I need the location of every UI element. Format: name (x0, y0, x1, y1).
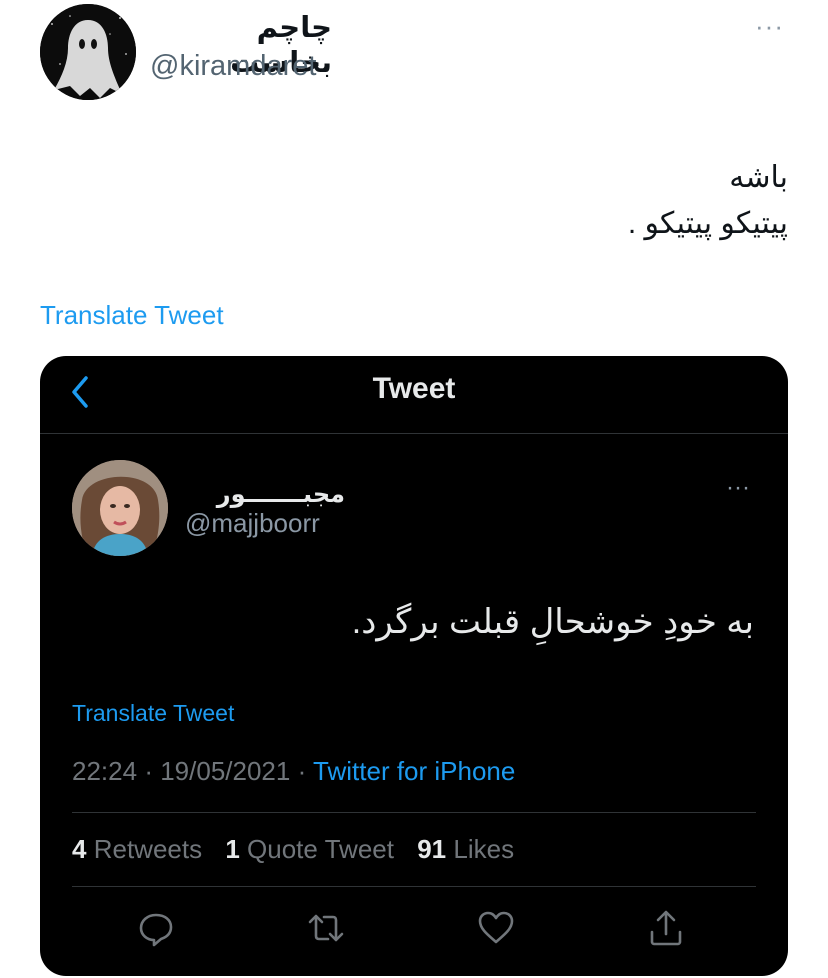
reply-icon[interactable] (136, 908, 176, 948)
person-avatar-image (72, 460, 168, 556)
display-name[interactable]: مجبـــــــور (185, 480, 345, 509)
user-handle[interactable]: @kiramdaret (150, 50, 316, 83)
divider (72, 886, 756, 887)
share-icon[interactable] (646, 908, 686, 948)
tweet-text: باشه پیتیکو پیتیکو . (88, 155, 788, 247)
meta-separator: · (144, 756, 153, 786)
tweet-time: 22:24 (72, 756, 138, 786)
ghost-avatar-image (40, 4, 136, 100)
quotes-label: Quote Tweet (247, 834, 394, 864)
profile-avatar[interactable] (40, 4, 136, 100)
quotes-count: 1 (225, 834, 240, 864)
likes-stat[interactable]: 91 Likes (417, 834, 514, 864)
retweets-label: Retweets (93, 834, 203, 864)
tweet-text: به خودِ خوشحالِ قبلت برگرد. (351, 603, 754, 641)
retweets-stat[interactable]: 4 Retweets (72, 834, 202, 864)
user-handle[interactable]: @majjboorr (185, 508, 320, 539)
more-options-icon[interactable]: ··· (726, 476, 750, 500)
likes-label: Likes (453, 834, 515, 864)
retweets-count: 4 (72, 834, 87, 864)
tweet-date: 19/05/2021 (160, 756, 291, 786)
divider (72, 812, 756, 813)
engagement-stats: 4 Retweets 1 Quote Tweet 91 Likes (72, 834, 514, 865)
profile-avatar[interactable] (72, 460, 168, 556)
meta-separator: · (297, 756, 307, 786)
embed-header: Tweet (40, 356, 788, 434)
likes-count: 91 (417, 834, 447, 864)
embedded-tweet-image[interactable]: Tweet مجبـــــــور @majjboorr ··· به خود… (40, 356, 788, 976)
translate-tweet-link[interactable]: Translate Tweet (40, 300, 224, 331)
more-options-icon[interactable]: ··· (755, 13, 784, 39)
tweet-text-line: باشه (729, 161, 788, 194)
retweet-icon[interactable] (306, 908, 346, 948)
tweet-text-line: پیتیکو پیتیکو . (627, 207, 788, 240)
translate-tweet-link[interactable]: Translate Tweet (72, 700, 234, 727)
tweet-metadata: 22:24 · 19/05/2021 · Twitter for iPhone (72, 756, 515, 787)
page-title: Tweet (372, 372, 456, 405)
tweet-source-link[interactable]: Twitter for iPhone (313, 756, 515, 786)
heart-icon[interactable] (476, 908, 516, 948)
quotes-stat[interactable]: 1 Quote Tweet (225, 834, 394, 864)
